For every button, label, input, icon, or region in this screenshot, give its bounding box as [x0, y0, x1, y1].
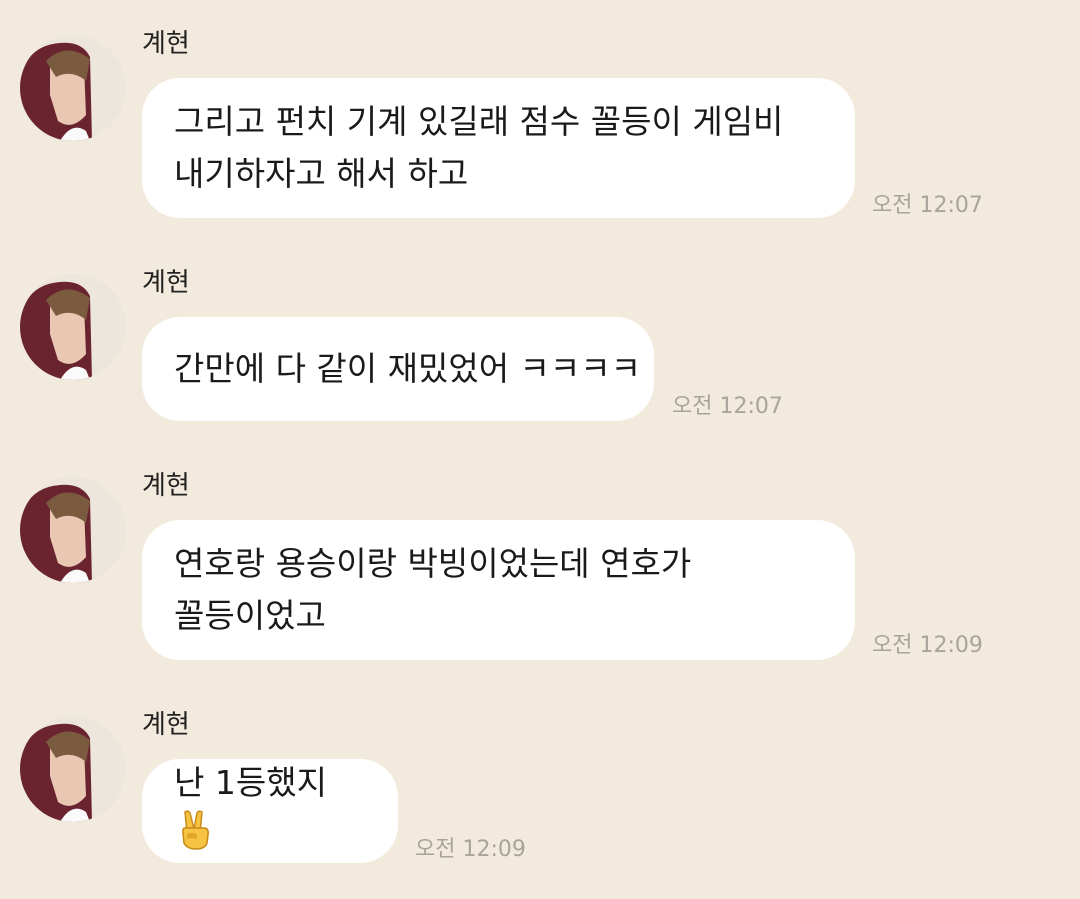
avatar[interactable] — [20, 274, 126, 380]
message-bubble[interactable]: 연호랑 용승이랑 박빙이었는데 연호가 꼴등이었고 — [142, 520, 855, 660]
message-bubble[interactable]: 그리고 펀치 기계 있길래 점수 꼴등이 게임비 내기하자고 해서 하고 — [142, 78, 855, 218]
avatar[interactable] — [20, 477, 126, 583]
message-bubble[interactable]: 난 1등했지 — [142, 759, 398, 863]
message-text-row: 난 1등했지 — [174, 757, 368, 866]
message-time: 오전 12:09 — [872, 633, 983, 658]
message-text-line: 내기하자고 해서 하고 — [174, 154, 469, 193]
victory-hand-icon — [178, 809, 368, 866]
message-bubble[interactable]: 간만에 다 같이 재밌었어 ㅋㅋㅋㅋ — [142, 317, 654, 421]
sender-name: 계현 — [142, 268, 190, 298]
avatar[interactable] — [20, 716, 126, 822]
message-time: 오전 12:07 — [672, 394, 783, 419]
message-text-line: 난 1등했지 — [174, 762, 327, 802]
sender-name: 계현 — [142, 471, 190, 501]
message-text-line: 그리고 펀치 기계 있길래 점수 꼴등이 게임비 — [174, 102, 784, 141]
message-text-line: 간만에 다 같이 재밌었어 ㅋㅋㅋㅋ — [174, 349, 641, 388]
message-time: 오전 12:09 — [415, 837, 526, 862]
sender-name: 계현 — [142, 710, 190, 740]
message-text-line: 연호랑 용승이랑 박빙이었는데 연호가 — [174, 544, 692, 583]
message-text-line: 꼴등이었고 — [174, 596, 326, 635]
avatar[interactable] — [20, 35, 126, 141]
sender-name: 계현 — [142, 29, 190, 59]
message-time: 오전 12:07 — [872, 193, 983, 218]
